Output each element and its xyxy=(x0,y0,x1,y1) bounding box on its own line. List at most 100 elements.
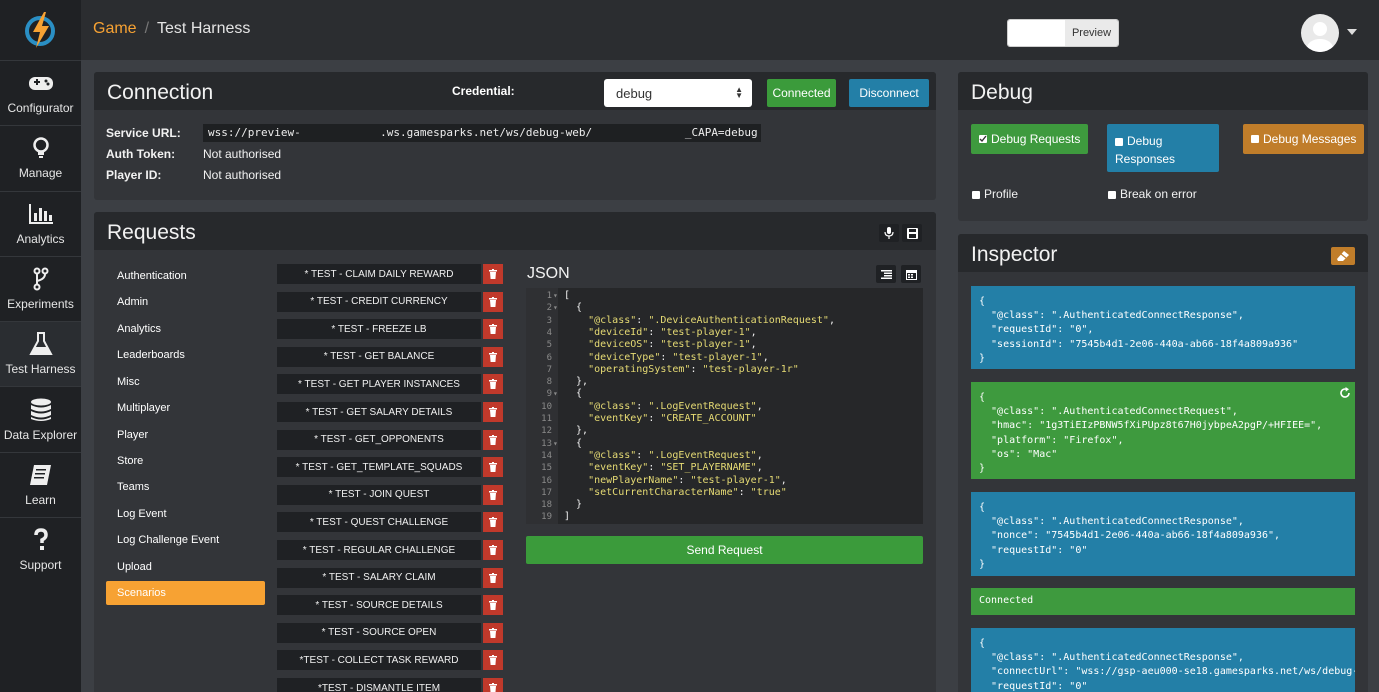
request-item[interactable]: *TEST - COLLECT TASK REWARD xyxy=(277,650,481,671)
sidebar-item-analytics[interactable]: Analytics xyxy=(0,190,81,256)
request-item[interactable]: * TEST - SOURCE DETAILS xyxy=(277,595,481,616)
debug-requests-button[interactable]: Debug Requests xyxy=(971,124,1089,154)
delete-request-button[interactable] xyxy=(483,374,503,395)
request-item[interactable]: * TEST - REGULAR CHALLENGE xyxy=(277,540,481,560)
line-number: 11 xyxy=(541,414,552,424)
checkbox-checked-icon[interactable] xyxy=(979,135,987,143)
checkbox-icon[interactable] xyxy=(1108,190,1116,199)
debug-requests-label: Debug Requests xyxy=(991,132,1081,146)
breadcrumb: Game / Test Harness xyxy=(93,20,250,38)
category-store[interactable]: Store xyxy=(106,449,265,473)
fold-arrow-icon[interactable]: ▾ xyxy=(553,388,558,400)
connection-title: Connection xyxy=(107,81,214,104)
sidebar: Configurator Manage Analytics Experiment… xyxy=(0,0,81,692)
sidebar-item-configurator[interactable]: Configurator xyxy=(0,60,81,125)
category-upload[interactable]: Upload xyxy=(106,555,265,579)
delete-request-button[interactable] xyxy=(483,540,503,560)
format-icon[interactable] xyxy=(876,265,896,283)
line-number: 18 xyxy=(541,500,552,511)
profile-option[interactable]: Profile xyxy=(972,187,1018,201)
request-item[interactable]: * TEST - JOIN QUEST xyxy=(277,484,481,505)
delete-request-button[interactable] xyxy=(483,595,503,616)
preview-input[interactable] xyxy=(1008,20,1065,46)
logo[interactable] xyxy=(0,0,81,60)
request-item[interactable]: *TEST - DISMANTLE ITEM xyxy=(277,678,481,692)
sidebar-item-support[interactable]: Support xyxy=(0,517,81,582)
checkbox-icon[interactable] xyxy=(1251,135,1259,143)
category-analytics[interactable]: Analytics xyxy=(106,317,265,341)
delete-request-button[interactable] xyxy=(483,402,503,422)
sidebar-item-experiments[interactable]: Experiments xyxy=(0,255,81,321)
user-menu-caret-icon[interactable] xyxy=(1347,29,1357,35)
microphone-icon[interactable] xyxy=(879,224,899,242)
code-text: "@class": ".LogEventRequest", xyxy=(588,449,763,461)
delete-request-button[interactable] xyxy=(483,319,503,340)
category-teams[interactable]: Teams xyxy=(106,475,265,499)
trash-icon xyxy=(489,600,497,611)
request-item[interactable]: * TEST - GET BALANCE xyxy=(277,346,481,367)
delete-request-button[interactable] xyxy=(483,484,503,505)
sidebar-item-data-explorer[interactable]: Data Explorer xyxy=(0,386,81,451)
breadcrumb-game-link[interactable]: Game xyxy=(93,20,137,37)
category-multiplayer[interactable]: Multiplayer xyxy=(106,396,265,420)
json-editor[interactable]: 1 ▾[2 ▾ {3 "@class": ".DeviceAuthenticatio… xyxy=(526,288,923,524)
trash-icon xyxy=(489,683,497,692)
category-leaderboards[interactable]: Leaderboards xyxy=(106,343,265,367)
debug-header: Debug xyxy=(958,72,1368,110)
fold-arrow-icon[interactable]: ▾ xyxy=(553,302,558,314)
debug-responses-button[interactable]: Debug Responses xyxy=(1107,124,1219,172)
trash-icon xyxy=(489,379,497,390)
branch-icon xyxy=(33,267,48,291)
request-item[interactable]: * TEST - FREEZE LB xyxy=(277,319,481,340)
category-admin[interactable]: Admin xyxy=(106,290,265,314)
delete-request-button[interactable] xyxy=(483,622,503,643)
category-scenarios[interactable]: Scenarios xyxy=(106,581,265,605)
sidebar-item-learn[interactable]: Learn xyxy=(0,451,81,517)
delete-request-button[interactable] xyxy=(483,650,503,671)
break-on-error-option[interactable]: Break on error xyxy=(1108,187,1197,201)
calendar-icon[interactable] xyxy=(901,265,921,283)
request-item[interactable]: * TEST - SALARY CLAIM xyxy=(277,567,481,588)
request-item[interactable]: * TEST - GET PLAYER INSTANCES xyxy=(277,374,481,395)
preview-button[interactable]: Preview xyxy=(1065,20,1118,46)
delete-request-button[interactable] xyxy=(483,457,503,478)
code-line: 1 ▾ [ xyxy=(526,290,923,302)
category-authentication[interactable]: Authentication xyxy=(106,264,265,288)
request-item[interactable]: * TEST - CLAIM DAILY REWARD xyxy=(277,264,481,284)
send-request-button[interactable]: Send Request xyxy=(526,536,923,564)
credential-select[interactable]: debug ▲ ▼ xyxy=(604,79,752,107)
delete-request-button[interactable] xyxy=(483,429,503,450)
category-misc[interactable]: Misc xyxy=(106,370,265,394)
disconnect-button[interactable]: Disconnect xyxy=(849,79,929,107)
request-item[interactable]: * TEST - SOURCE OPEN xyxy=(277,622,481,643)
connected-button[interactable]: Connected xyxy=(767,79,836,107)
eraser-icon[interactable] xyxy=(1331,247,1355,265)
delete-request-button[interactable] xyxy=(483,512,503,533)
request-item[interactable]: * TEST - GET_OPPONENTS xyxy=(277,429,481,450)
delete-request-button[interactable] xyxy=(483,346,503,367)
avatar[interactable] xyxy=(1301,14,1339,52)
category-player[interactable]: Player xyxy=(106,423,265,447)
code-text: "operatingSystem": "test-player-1r" xyxy=(588,363,799,375)
sidebar-item-test-harness[interactable]: Test Harness xyxy=(0,321,81,387)
delete-request-button[interactable] xyxy=(483,291,503,312)
refresh-icon[interactable] xyxy=(1339,386,1351,398)
fold-arrow-icon[interactable]: ▾ xyxy=(553,438,558,450)
debug-messages-button[interactable]: Debug Messages xyxy=(1243,124,1365,154)
request-item[interactable]: * TEST - QUEST CHALLENGE xyxy=(277,512,481,533)
category-log-challenge-event[interactable]: Log Challenge Event xyxy=(106,528,265,552)
request-item[interactable]: * TEST - GET_TEMPLATE_SQUADS xyxy=(277,457,481,478)
checkbox-icon[interactable] xyxy=(1115,137,1123,146)
lightbulb-icon xyxy=(32,137,49,159)
delete-request-button[interactable] xyxy=(483,264,503,284)
inspector-message: { "@class": ".AuthenticatedConnectRespon… xyxy=(971,286,1355,369)
category-log-event[interactable]: Log Event xyxy=(106,502,265,526)
delete-request-button[interactable] xyxy=(483,678,503,692)
request-item[interactable]: * TEST - CREDIT CURRENCY xyxy=(277,291,481,312)
save-icon[interactable] xyxy=(902,224,922,242)
fold-arrow-icon[interactable]: ▾ xyxy=(553,290,558,302)
request-item[interactable]: * TEST - GET SALARY DETAILS xyxy=(277,402,481,422)
sidebar-item-manage[interactable]: Manage xyxy=(0,125,81,190)
delete-request-button[interactable] xyxy=(483,567,503,588)
checkbox-icon[interactable] xyxy=(972,190,980,199)
